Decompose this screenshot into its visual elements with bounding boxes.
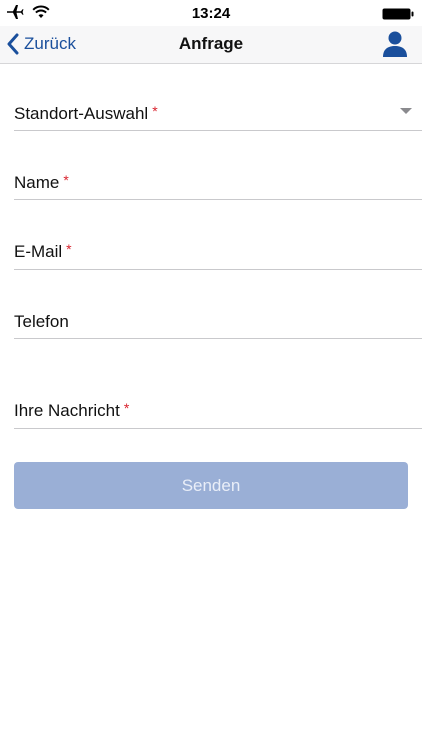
required-marker: * bbox=[152, 103, 158, 119]
email-field[interactable]: E-Mail * bbox=[14, 200, 422, 270]
status-bar: 13:24 bbox=[0, 0, 422, 26]
send-button[interactable]: Senden bbox=[14, 462, 408, 509]
location-select[interactable]: Standort-Auswahl * bbox=[14, 64, 422, 131]
phone-field-label: Telefon bbox=[14, 312, 69, 331]
required-marker: * bbox=[66, 241, 72, 257]
status-time: 13:24 bbox=[191, 5, 231, 22]
user-icon[interactable] bbox=[382, 30, 408, 58]
page-title: Anfrage bbox=[178, 34, 244, 53]
required-marker: * bbox=[123, 400, 130, 416]
phone-field[interactable]: Telefon bbox=[14, 270, 422, 339]
message-field-label: Ihre Nachricht bbox=[14, 401, 120, 420]
required-marker: * bbox=[63, 172, 69, 188]
name-field[interactable]: Name * bbox=[14, 131, 422, 200]
message-field[interactable]: Ihre Nachricht * bbox=[14, 339, 422, 429]
caret-down-icon bbox=[400, 108, 412, 114]
location-select-label: Standort-Auswahl bbox=[14, 104, 149, 123]
email-field-label: E-Mail bbox=[14, 242, 63, 261]
navigation-bar: Zurück Anfrage bbox=[0, 26, 422, 64]
battery-icon bbox=[382, 8, 414, 20]
name-field-label: Name bbox=[14, 173, 60, 192]
